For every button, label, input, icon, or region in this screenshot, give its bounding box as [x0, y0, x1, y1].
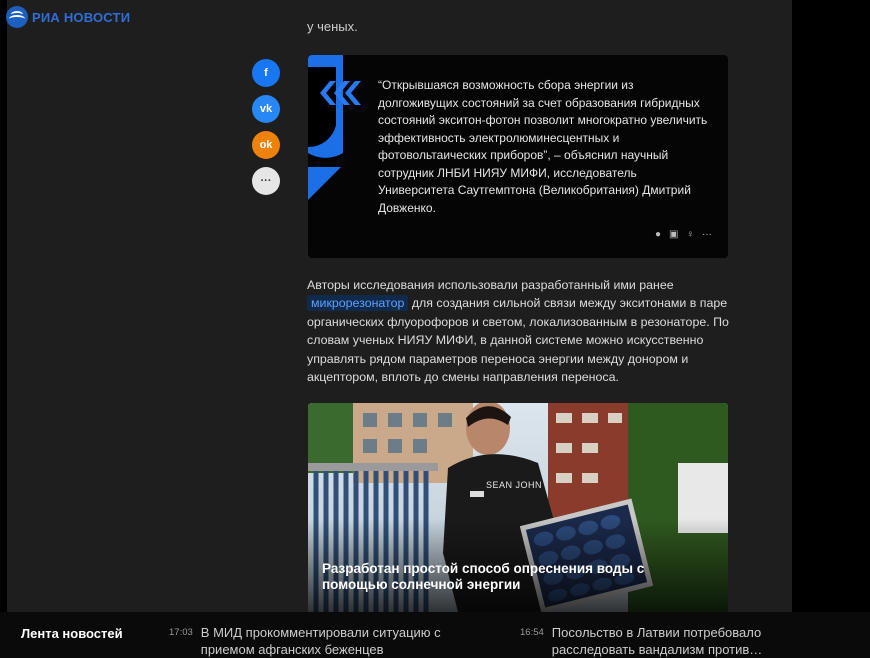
quote-block: “Открывшаяся возможность сбора энергии и… — [308, 55, 728, 258]
news-headline[interactable]: В МИД прокомментировали ситуацию с прием… — [201, 624, 469, 658]
odnoklassniki-icon[interactable]: ♀ — [687, 229, 695, 240]
site-logo[interactable]: РИА НОВОСТИ — [6, 6, 130, 28]
article-page: у ченых. f vk ok ··· “Открывшаяся возмож… — [7, 0, 792, 612]
news-feed-item[interactable]: 16:54 Посольство в Латвии потребовало ра… — [520, 624, 790, 658]
odnoklassniki-icon: ok — [259, 139, 273, 151]
facebook-share-button[interactable]: f — [252, 59, 280, 87]
vk-icon[interactable]: ▣ — [669, 229, 678, 240]
more-icon[interactable]: ··· — [702, 229, 712, 240]
facebook-icon: f — [264, 67, 268, 79]
logo-text: РИА НОВОСТИ — [32, 9, 131, 25]
microresonator-link[interactable]: микрорезонатор — [307, 295, 409, 312]
more-share-button[interactable]: ··· — [252, 167, 280, 195]
news-feed-title[interactable]: Лента новостей — [21, 626, 123, 641]
share-bar: f vk ok ··· — [252, 59, 280, 195]
site-header: РИА НОВОСТИ — [0, 0, 870, 32]
odnoklassniki-share-button[interactable]: ok — [252, 131, 280, 159]
quote-actions: ● ▣ ♀ ··· — [655, 229, 712, 240]
related-article-title[interactable]: Разработан простой способ опреснения вод… — [322, 561, 682, 593]
quote-icon — [308, 55, 361, 200]
news-feed-bar: Лента новостей 17:03 В МИД прокомментиро… — [0, 612, 870, 658]
quote-text: “Открывшаяся возможность сбора энергии и… — [378, 78, 708, 215]
vk-share-button[interactable]: vk — [252, 95, 280, 123]
vk-icon: vk — [259, 103, 273, 115]
ria-logo-icon — [6, 6, 28, 28]
paragraph-text-start: Авторы исследования использовали разрабо… — [307, 278, 674, 292]
more-icon: ··· — [260, 175, 272, 187]
related-article-card[interactable]: SEAN JOHN Разработан простой способ опре… — [308, 403, 728, 612]
shirt-text: SEAN JOHN — [486, 480, 543, 490]
news-time: 16:54 — [520, 627, 544, 638]
news-time: 17:03 — [169, 627, 193, 638]
facebook-icon[interactable]: ● — [655, 229, 661, 240]
article-paragraph: Авторы исследования использовали разрабо… — [307, 276, 731, 386]
news-headline[interactable]: Посольство в Латвии потребовало расследо… — [552, 624, 790, 658]
news-feed-item[interactable]: 17:03 В МИД прокомментировали ситуацию с… — [169, 624, 469, 658]
